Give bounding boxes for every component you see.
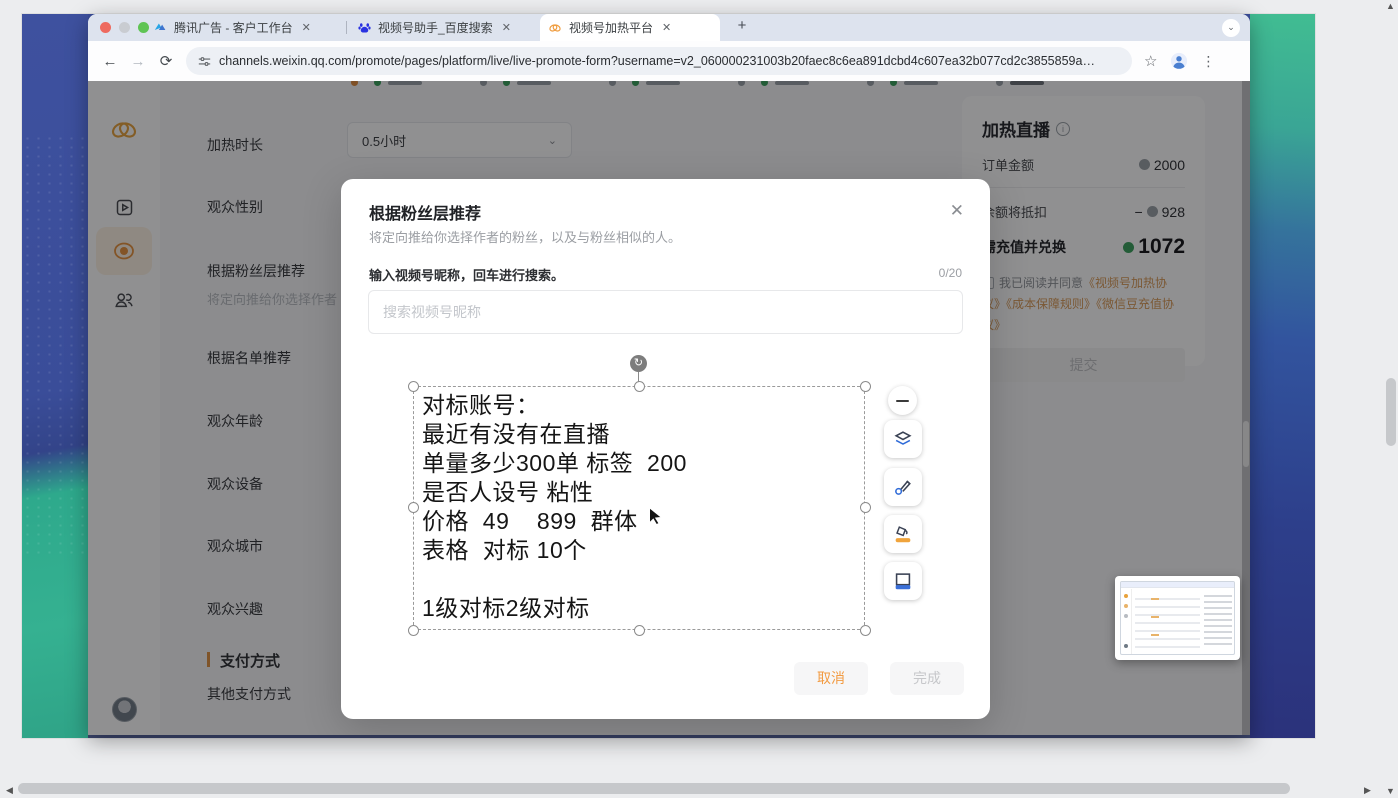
selection-handle-w[interactable] xyxy=(408,502,419,513)
channels-favicon xyxy=(548,21,562,35)
frame-icon xyxy=(892,570,914,592)
mini-accent xyxy=(1151,634,1159,636)
selection-handle-ne[interactable] xyxy=(860,381,871,392)
search-input[interactable] xyxy=(368,290,963,334)
mini-accent xyxy=(1151,598,1159,600)
fill-tool-button[interactable] xyxy=(884,515,922,553)
selection-handle-e[interactable] xyxy=(860,502,871,513)
selection-handle-s[interactable] xyxy=(634,625,645,636)
back-button[interactable]: ← xyxy=(96,53,124,70)
scroll-right-arrow[interactable]: ▶ xyxy=(1364,785,1371,796)
page-viewport: 加热时长 0.5小时 ⌄ 观众性别 根据粉丝层推荐 将定向推给你选择作者 根据名… xyxy=(88,81,1250,735)
tab-title: 视频号助手_百度搜索 xyxy=(378,19,493,36)
tab-tencent-ads[interactable]: 腾讯广告 - 客户工作台 ✕ xyxy=(146,14,342,41)
search-input-label: 输入视频号昵称，回车进行搜索。 xyxy=(369,265,564,284)
tab-title: 腾讯广告 - 客户工作台 xyxy=(174,19,293,36)
minimize-window-button[interactable] xyxy=(119,22,130,33)
tab-baidu-search[interactable]: 视频号助手_百度搜索 ✕ xyxy=(350,14,538,41)
horizontal-scrollbar-thumb[interactable] xyxy=(18,783,1290,794)
desktop-wallpaper-right xyxy=(1250,14,1315,738)
mini-tab-bar xyxy=(1121,582,1234,588)
tab-search-button[interactable]: ⌄ xyxy=(1222,19,1240,37)
browser-menu-icon[interactable]: ⋮ xyxy=(1201,53,1215,70)
selection-counter: 0/20 xyxy=(939,266,962,280)
mini-form-rows xyxy=(1135,592,1200,651)
tab-separator xyxy=(346,21,347,34)
scroll-down-arrow[interactable]: ▼ xyxy=(1386,786,1395,796)
mouse-cursor xyxy=(644,505,666,527)
vertical-scrollbar-thumb[interactable] xyxy=(1386,378,1396,446)
url-text: channels.weixin.qq.com/promote/pages/pla… xyxy=(219,54,1099,68)
paint-bucket-icon xyxy=(892,523,914,545)
brush-icon xyxy=(892,476,914,498)
new-tab-button[interactable]: + xyxy=(732,17,752,34)
mini-browser-window xyxy=(1120,581,1235,655)
scroll-left-arrow[interactable]: ◀ xyxy=(6,785,13,796)
done-button[interactable]: 完成 xyxy=(890,662,964,695)
browser-tab-strip: 腾讯广告 - 客户工作台 ✕ 视频号助手_百度搜索 ✕ 视频号加热平台 ✕ + … xyxy=(88,14,1250,41)
bookmark-star-icon[interactable]: ☆ xyxy=(1144,52,1157,70)
mini-dot xyxy=(1124,644,1128,648)
close-window-button[interactable] xyxy=(100,22,111,33)
reload-button[interactable]: ⟳ xyxy=(152,52,180,70)
minus-icon xyxy=(896,400,909,402)
desktop-wallpaper-left xyxy=(22,14,88,738)
brush-tool-button[interactable] xyxy=(884,468,922,506)
wallpaper-dot-pattern xyxy=(22,134,88,554)
mini-dot xyxy=(1124,614,1128,618)
tab-title: 视频号加热平台 xyxy=(569,19,653,36)
selection-handle-se[interactable] xyxy=(860,625,871,636)
close-tab-icon[interactable]: ✕ xyxy=(302,21,311,34)
mini-dot xyxy=(1124,594,1128,598)
close-tab-icon[interactable]: ✕ xyxy=(662,21,671,34)
site-settings-icon[interactable] xyxy=(198,55,211,68)
modal-title: 根据粉丝层推荐 xyxy=(369,200,481,224)
browser-toolbar: ← → ⟳ channels.weixin.qq.com/promote/pag… xyxy=(88,41,1250,81)
profile-avatar-icon[interactable] xyxy=(1170,52,1188,70)
mini-dot xyxy=(1124,604,1128,608)
mini-accent xyxy=(1151,616,1159,618)
tab-channels-platform[interactable]: 视频号加热平台 ✕ xyxy=(540,14,720,41)
selection-handle-nw[interactable] xyxy=(408,381,419,392)
tencent-ads-favicon xyxy=(154,21,167,34)
scroll-up-arrow[interactable]: ▲ xyxy=(1386,1,1395,11)
mini-summary-panel xyxy=(1204,591,1232,646)
annotated-screenshot-canvas: 腾讯广告 - 客户工作台 ✕ 视频号助手_百度搜索 ✕ 视频号加热平台 ✕ + … xyxy=(22,14,1315,738)
browser-window: 腾讯广告 - 客户工作台 ✕ 视频号助手_百度搜索 ✕ 视频号加热平台 ✕ + … xyxy=(88,14,1250,735)
collapse-tools-button[interactable] xyxy=(888,386,917,415)
forward-button[interactable]: → xyxy=(124,53,152,70)
selection-handle-sw[interactable] xyxy=(408,625,419,636)
close-tab-icon[interactable]: ✕ xyxy=(502,21,511,34)
screenshot-preview-thumbnail[interactable] xyxy=(1115,576,1240,660)
baidu-favicon xyxy=(358,21,371,34)
frame-tool-button[interactable] xyxy=(884,562,922,600)
address-bar[interactable]: channels.weixin.qq.com/promote/pages/pla… xyxy=(186,47,1132,75)
modal-subtitle: 将定向推给你选择作者的粉丝，以及与粉丝相似的人。 xyxy=(369,227,681,246)
close-icon[interactable]: ✕ xyxy=(950,201,964,221)
layers-tool-button[interactable] xyxy=(884,420,922,458)
rotate-handle[interactable]: ↻ xyxy=(630,355,647,372)
cancel-button[interactable]: 取消 xyxy=(794,662,868,695)
layers-icon xyxy=(892,428,914,450)
window-controls[interactable] xyxy=(100,22,149,33)
